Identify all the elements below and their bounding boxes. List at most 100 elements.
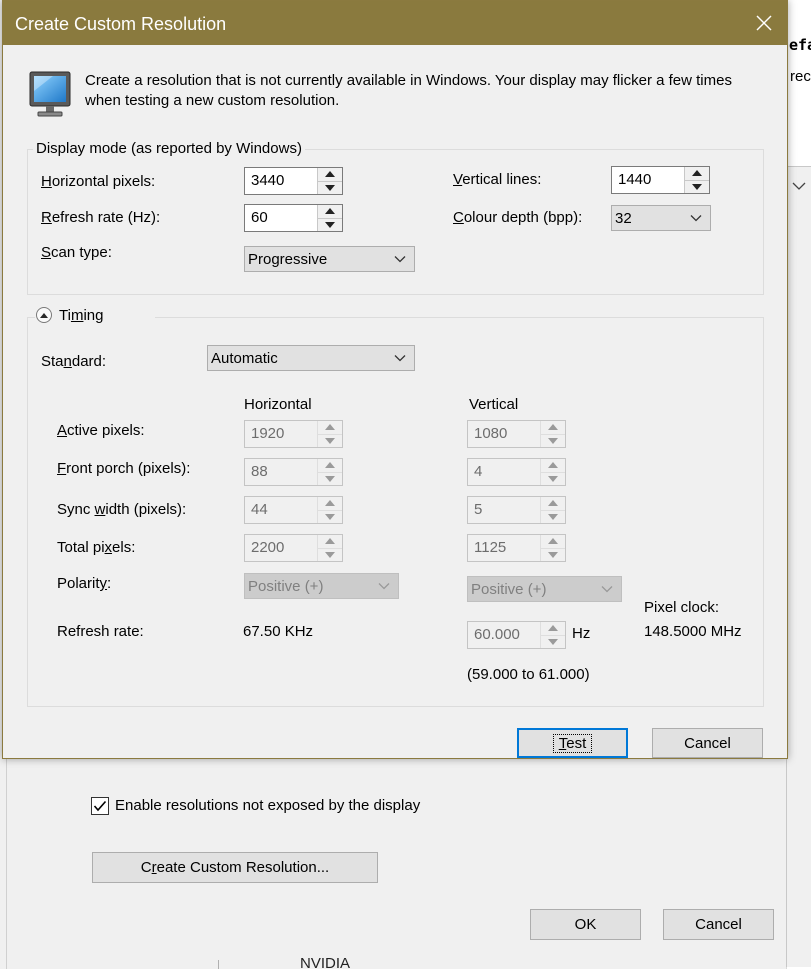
polarity-v-value: Positive (+) (471, 580, 547, 598)
colour-depth-value: 32 (615, 209, 632, 227)
spin-down-icon (318, 548, 342, 561)
front-porch-label: Front porch (pixels): (57, 460, 191, 477)
close-button[interactable] (741, 1, 787, 45)
colour-depth-label: Colour depth (bpp): (453, 209, 583, 226)
dialog-title: Create Custom Resolution (15, 14, 227, 34)
create-custom-resolution-label: Create Custom Resolution... (140, 859, 330, 876)
active-pixels-h-value: 1920 (245, 421, 317, 447)
enable-resolutions-checkbox[interactable] (91, 797, 109, 815)
front-porch-h-value: 88 (245, 459, 317, 485)
front-porch-v-value: 4 (468, 459, 540, 485)
background-divider (218, 960, 219, 969)
sync-width-v-spinner: 5 (467, 496, 566, 524)
spin-down-icon (541, 510, 565, 523)
total-pixels-h-spinner: 2200 (244, 534, 343, 562)
polarity-h-dropdown: Positive (+) (244, 573, 399, 599)
front-porch-v-spinner: 4 (467, 458, 566, 486)
display-mode-title: Display mode (as reported by Windows) (33, 140, 305, 157)
enable-resolutions-label[interactable]: Enable resolutions not exposed by the di… (115, 797, 420, 814)
standard-dropdown[interactable]: Automatic (207, 345, 415, 371)
pixel-clock-label: Pixel clock: (644, 599, 720, 616)
ok-label: OK (574, 916, 597, 933)
active-pixels-label: Active pixels: (57, 422, 145, 439)
active-pixels-v-value: 1080 (468, 421, 540, 447)
scan-type-dropdown[interactable]: Progressive (244, 246, 415, 272)
background-cancel-button[interactable]: Cancel (663, 909, 774, 940)
timing-toggle-label[interactable]: Timing (59, 307, 103, 324)
chevron-down-icon (792, 182, 806, 190)
chevron-down-icon (394, 256, 406, 263)
scan-type-value: Progressive (248, 250, 328, 268)
test-button[interactable]: Test (517, 728, 628, 758)
background-cancel-label: Cancel (695, 916, 742, 933)
dialog-cancel-label: Cancel (684, 734, 731, 752)
horizontal-column-header: Horizontal (244, 396, 312, 413)
vertical-lines-label: Vertical lines: (453, 171, 542, 188)
dialog-cancel-button[interactable]: Cancel (652, 728, 763, 758)
create-custom-resolution-button[interactable]: Create Custom Resolution... (92, 852, 378, 883)
spin-down-icon (541, 548, 565, 561)
vertical-refresh-value: 60.000 (468, 622, 540, 648)
spin-down-icon[interactable] (318, 218, 342, 231)
spin-up-icon (541, 497, 565, 511)
standard-value: Automatic (211, 349, 278, 367)
pixel-clock-value: 148.5000 MHz (644, 623, 742, 640)
test-label: Test (552, 733, 593, 753)
horizontal-pixels-value[interactable]: 3440 (245, 168, 317, 194)
chevron-down-icon (378, 583, 390, 590)
spin-up-icon[interactable] (685, 167, 709, 181)
monitor-icon (27, 69, 73, 119)
horizontal-pixels-spinner[interactable]: 3440 (244, 167, 343, 195)
total-pixels-v-spinner: 1125 (467, 534, 566, 562)
vertical-lines-spinner[interactable]: 1440 (611, 166, 710, 194)
vertical-refresh-unit: Hz (572, 625, 591, 642)
spin-up-icon (318, 421, 342, 435)
polarity-h-value: Positive (+) (248, 577, 324, 595)
spin-down-icon (318, 472, 342, 485)
background-left-border (0, 757, 7, 969)
total-pixels-h-value: 2200 (245, 535, 317, 561)
spin-down-icon (541, 635, 565, 648)
spin-down-icon[interactable] (318, 181, 342, 194)
spin-up-icon (318, 535, 342, 549)
spin-up-icon (318, 459, 342, 473)
dialog-description: Create a resolution that is not currentl… (85, 72, 732, 109)
create-custom-resolution-dialog: Create Custom Resolution Create a resolu… (2, 0, 788, 759)
ok-button[interactable]: OK (530, 909, 641, 940)
scan-type-label: Scan type: (41, 244, 112, 261)
refresh-rate-label: Refresh rate (Hz): (41, 209, 161, 226)
spin-up-icon[interactable] (318, 168, 342, 182)
background-bottom-text: NVIDIA (300, 955, 351, 969)
spin-up-icon (541, 535, 565, 549)
background-fragment-text: rec (790, 68, 811, 85)
spin-down-icon (541, 434, 565, 447)
checkmark-icon (93, 800, 107, 812)
refresh-rate-spinner[interactable]: 60 (244, 204, 343, 232)
spin-up-icon[interactable] (318, 205, 342, 219)
chevron-down-icon (394, 355, 406, 362)
timing-collapse-button[interactable] (36, 307, 52, 323)
vertical-refresh-spinner: 60.000 (467, 621, 566, 649)
spin-up-icon (541, 622, 565, 636)
total-pixels-v-value: 1125 (468, 535, 540, 561)
chevron-down-icon (601, 586, 613, 593)
chevron-up-icon (40, 312, 48, 318)
spin-down-icon (318, 510, 342, 523)
dialog-titlebar: Create Custom Resolution (3, 1, 787, 45)
spin-down-icon (318, 434, 342, 447)
polarity-label: Polarity: (57, 575, 112, 592)
close-icon (756, 15, 772, 31)
spin-up-icon (541, 421, 565, 435)
vertical-lines-value[interactable]: 1440 (612, 167, 684, 193)
spin-up-icon (541, 459, 565, 473)
background-right-pane (786, 166, 811, 967)
spin-down-icon (541, 472, 565, 485)
background-fragment-text: efa (789, 36, 811, 54)
horizontal-pixels-label: Horizontal pixels: (41, 173, 156, 190)
colour-depth-dropdown[interactable]: 32 (611, 205, 711, 231)
active-pixels-v-spinner: 1080 (467, 420, 566, 448)
spin-down-icon[interactable] (685, 180, 709, 193)
front-porch-h-spinner: 88 (244, 458, 343, 486)
horizontal-refresh-value: 67.50 KHz (243, 623, 314, 640)
refresh-rate-value[interactable]: 60 (245, 205, 317, 231)
